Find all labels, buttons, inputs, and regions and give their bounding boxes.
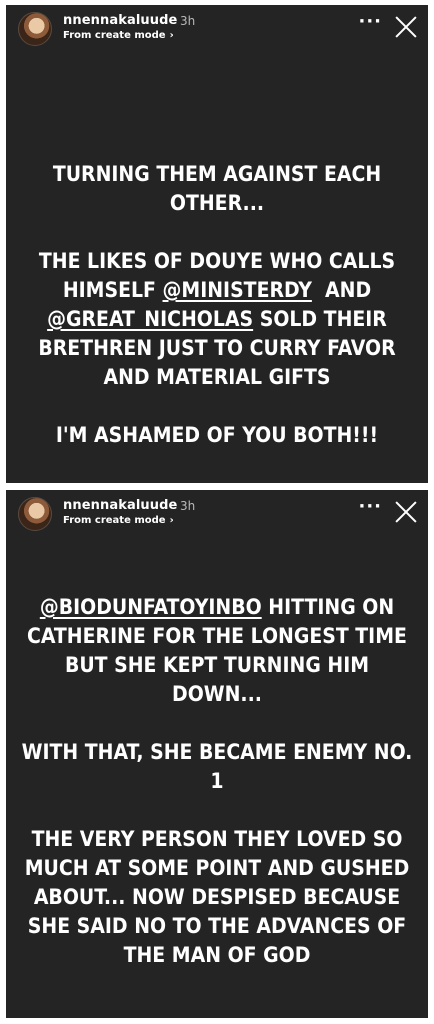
text-line: THE MAN OF GOD [123, 943, 311, 967]
text-fragment: HIMSELF [62, 278, 163, 302]
text-line: 1 [210, 769, 224, 793]
mention-great-nicholas[interactable]: @GREAT_NICHOLAS [47, 307, 253, 331]
text-line: THE LIKES OF DOUYE WHO CALLS [38, 249, 396, 273]
text-line: I'M ASHAMED OF YOU BOTH!!! [55, 423, 379, 447]
profile-avatar[interactable] [18, 12, 52, 46]
text-fragment: SOLD THEIR [253, 307, 387, 331]
create-mode-link[interactable]: From create mode › [63, 515, 174, 526]
text-line: HIMSELF @MINISTERDY AND [6, 276, 428, 305]
mention-ministerdy[interactable]: @MINISTERDY [163, 278, 312, 302]
text-line: WITH THAT, SHE BECAME ENEMY NO. [21, 740, 413, 764]
text-line: MUCH AT SOME POINT AND GUSHED [24, 856, 410, 880]
close-icon[interactable] [394, 15, 418, 39]
text-line: BRETHREN JUST TO CURRY FAVOR [38, 336, 396, 360]
story-header: nnennakaluude 3h From create mode › ··· [6, 5, 428, 59]
mention-biodunfatoyinbo[interactable]: @BIODUNFATOYINBO [40, 595, 262, 619]
text-line: AND MATERIAL GIFTS [103, 365, 331, 389]
text-line: THE VERY PERSON THEY LOVED SO [31, 827, 403, 851]
text-line: BUT SHE KEPT TURNING HIM [64, 653, 370, 677]
create-mode-link[interactable]: From create mode › [63, 30, 174, 41]
story-screenshot-1: nnennakaluude 3h From create mode › ··· T… [6, 5, 428, 483]
text-line: TURNING THEM AGAINST EACH [52, 162, 382, 186]
text-line: SHE SAID NO TO THE ADVANCES OF [27, 914, 407, 938]
username[interactable]: nnennakaluude [63, 498, 177, 513]
chevron-right-icon: › [169, 515, 174, 526]
story-text: TURNING THEM AGAINST EACH OTHER... THE L… [6, 160, 428, 450]
text-fragment: HITTING ON [261, 595, 395, 619]
more-dots-icon[interactable]: ··· [358, 11, 382, 32]
chevron-right-icon: › [169, 30, 174, 41]
story-text: @BIODUNFATOYINBO HITTING ON CATHERINE FO… [6, 593, 428, 970]
story-screenshot-2: nnennakaluude 3h From create mode › ··· @… [6, 490, 428, 1018]
text-line: OTHER... [169, 191, 265, 215]
username[interactable]: nnennakaluude [63, 13, 177, 28]
close-icon[interactable] [394, 500, 418, 524]
post-time: 3h [180, 499, 196, 513]
text-line: @BIODUNFATOYINBO HITTING ON [6, 593, 428, 622]
post-time: 3h [180, 14, 196, 28]
profile-avatar[interactable] [18, 497, 52, 531]
text-fragment: AND [311, 278, 372, 302]
text-line: DOWN... [172, 682, 262, 706]
create-mode-label: From create mode [63, 30, 166, 41]
more-dots-icon[interactable]: ··· [358, 496, 382, 517]
text-line: @GREAT_NICHOLAS SOLD THEIR [6, 305, 428, 334]
text-line: ABOUT... NOW DESPISED BECAUSE [33, 885, 401, 909]
text-line: CATHERINE FOR THE LONGEST TIME [27, 624, 407, 648]
story-header: nnennakaluude 3h From create mode › ··· [6, 490, 428, 544]
create-mode-label: From create mode [63, 515, 166, 526]
